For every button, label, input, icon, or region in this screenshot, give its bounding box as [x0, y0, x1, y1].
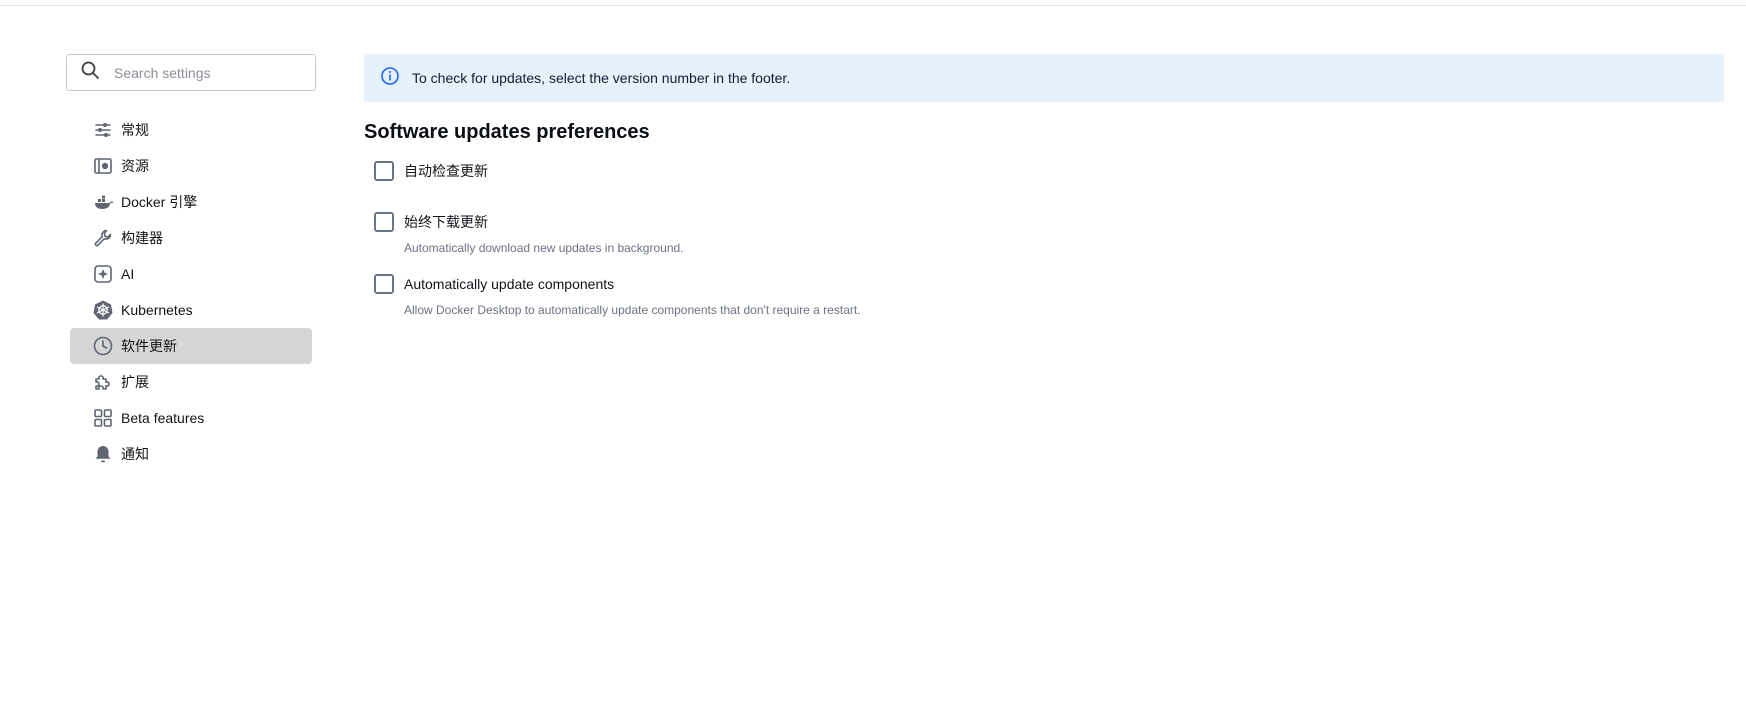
option-description: Allow Docker Desktop to automatically up…	[404, 303, 861, 317]
sidebar-item-general[interactable]: 常规	[70, 112, 312, 148]
sidebar-item-label: AI	[121, 266, 135, 282]
search-input[interactable]	[112, 63, 296, 82]
option-label: Automatically update components	[404, 276, 615, 292]
bell-icon	[92, 443, 114, 465]
sidebar-item-label: 通知	[121, 446, 149, 462]
sidebar-item-label: Kubernetes	[121, 302, 193, 318]
sliders-icon	[92, 119, 114, 141]
kubernetes-icon	[92, 299, 114, 321]
option-label: 自动检查更新	[404, 163, 488, 179]
sidebar-item-beta-features[interactable]: Beta features	[70, 400, 312, 436]
docker-whale-icon	[92, 191, 114, 213]
puzzle-icon	[92, 371, 114, 393]
info-icon	[380, 66, 400, 91]
sidebar-item-software-updates[interactable]: 软件更新	[70, 328, 312, 364]
info-banner: To check for updates, select the version…	[364, 54, 1724, 102]
settings-nav: 常规 资源 Docker 引擎 构建器 AI Kubernetes 软件更新 扩…	[66, 112, 316, 472]
sidebar-item-kubernetes[interactable]: Kubernetes	[70, 292, 312, 328]
option-label: 始终下载更新	[404, 214, 488, 230]
section-title: Software updates preferences	[364, 121, 650, 143]
sidebar-item-label: 资源	[121, 158, 149, 174]
sidebar-item-extensions[interactable]: 扩展	[70, 364, 312, 400]
always-download-updates-checkbox[interactable]	[374, 212, 394, 232]
option-auto-check-updates: 自动检查更新	[374, 161, 1724, 181]
auto-update-components-checkbox[interactable]	[374, 274, 394, 294]
resources-icon	[92, 155, 114, 177]
option-auto-update-components: Automatically update components Allow Do…	[374, 274, 1724, 317]
sidebar-item-docker-engine[interactable]: Docker 引擎	[70, 184, 312, 220]
sidebar-item-label: Docker 引擎	[121, 194, 198, 210]
sidebar-item-label: 构建器	[121, 230, 163, 246]
grid-icon	[92, 407, 114, 429]
settings-sidebar: 常规 资源 Docker 引擎 构建器 AI	[66, 54, 316, 488]
sidebar-item-ai[interactable]: AI	[70, 256, 312, 292]
banner-text: To check for updates, select the version…	[412, 70, 791, 86]
sidebar-item-label: 常规	[121, 122, 149, 138]
sidebar-item-builders[interactable]: 构建器	[70, 220, 312, 256]
option-description: Automatically download new updates in ba…	[404, 241, 684, 255]
ai-diamond-icon	[92, 263, 114, 285]
sidebar-item-label: Beta features	[121, 410, 205, 426]
sidebar-item-notifications[interactable]: 通知	[70, 436, 312, 472]
wrench-icon	[92, 227, 114, 249]
software-updates-panel: To check for updates, select the version…	[364, 54, 1724, 317]
top-divider	[0, 5, 1746, 6]
option-always-download-updates: 始终下载更新 Automatically download new update…	[374, 212, 1724, 255]
sidebar-item-resources[interactable]: 资源	[70, 148, 312, 184]
sidebar-item-label: 扩展	[121, 374, 149, 390]
search-box[interactable]	[66, 54, 316, 91]
clock-icon	[92, 335, 114, 357]
search-icon	[80, 60, 100, 85]
auto-check-updates-checkbox[interactable]	[374, 161, 394, 181]
sidebar-item-label: 软件更新	[121, 338, 177, 354]
